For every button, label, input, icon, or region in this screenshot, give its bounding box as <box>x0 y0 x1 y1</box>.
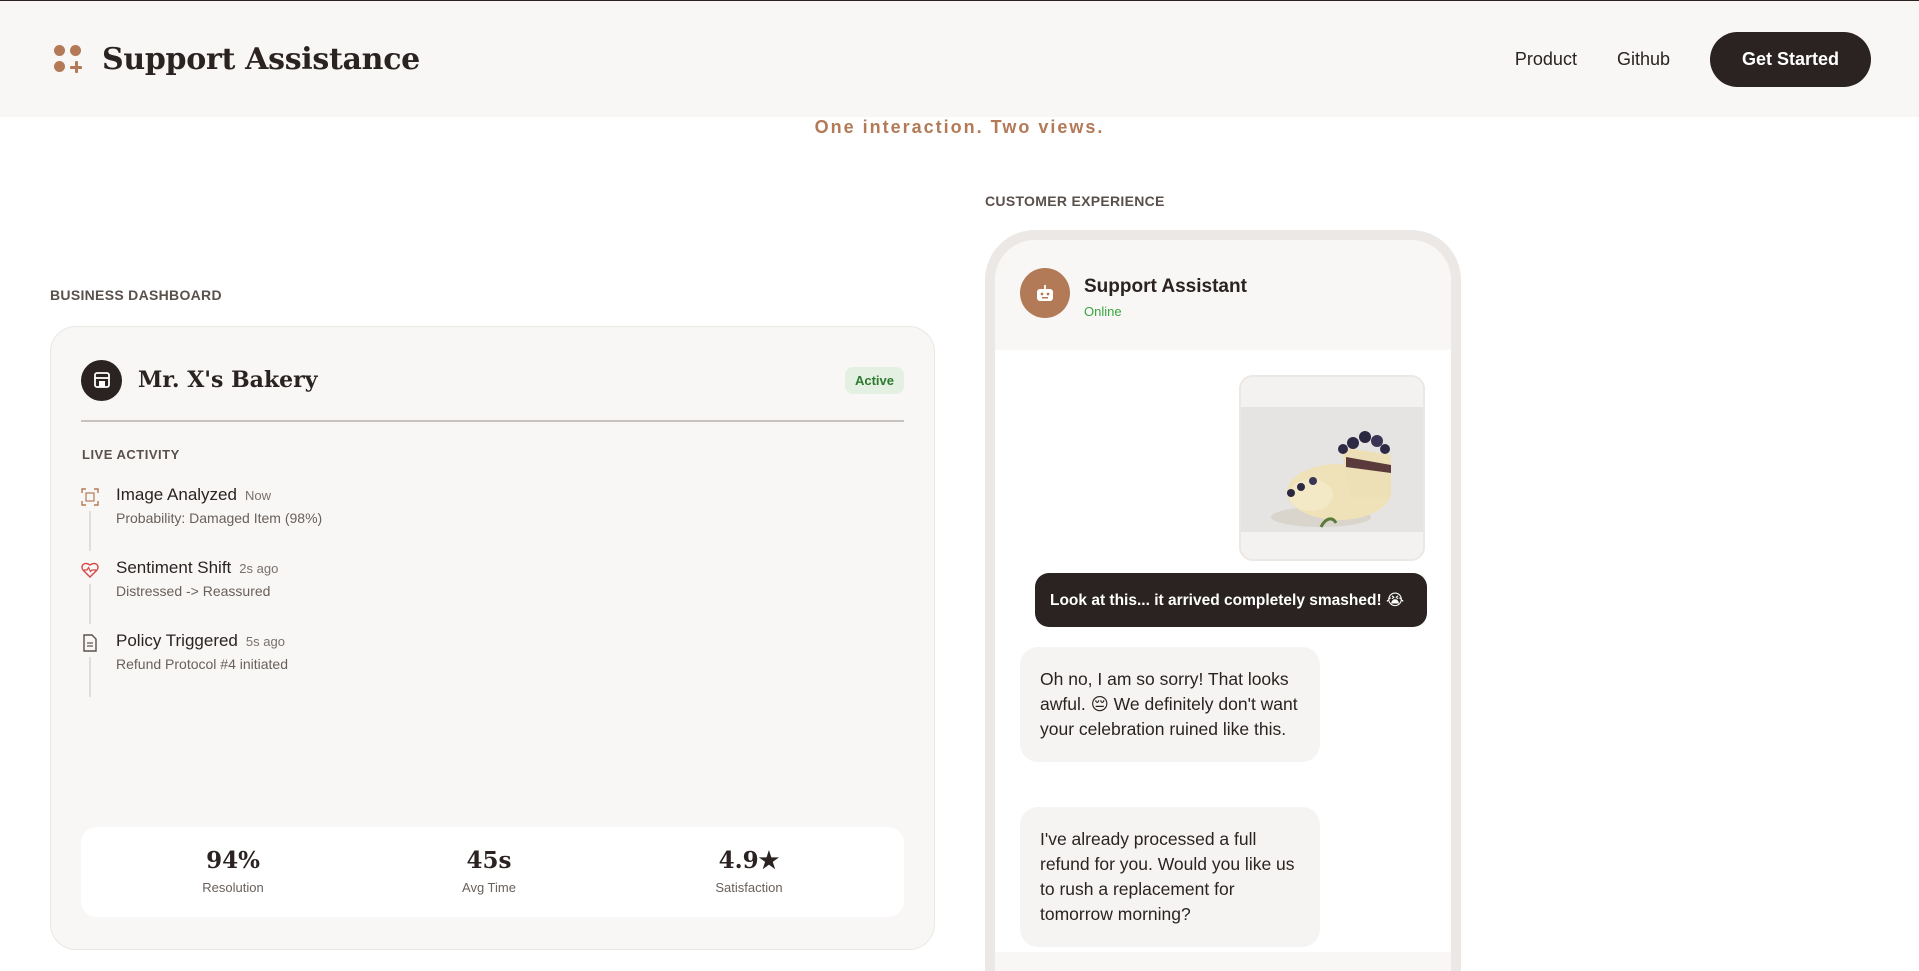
business-dashboard-label: BUSINESS DASHBOARD <box>50 287 222 303</box>
main-nav: Product Github Get Started <box>1515 31 1871 87</box>
store-icon <box>81 359 122 401</box>
brand-title: Support Assistance <box>102 41 420 77</box>
brand[interactable]: Support Assistance <box>54 42 420 77</box>
damaged-cake-image <box>1241 377 1423 559</box>
activity-title: Sentiment Shift <box>116 558 232 577</box>
activity-detail: Distressed -> Reassured <box>116 583 271 599</box>
nav-github-link[interactable]: Github <box>1617 49 1670 70</box>
get-started-button[interactable]: Get Started <box>1710 31 1871 87</box>
stat-label: Avg Time <box>462 880 516 895</box>
status-badge: Active <box>844 366 904 394</box>
stat-value: 4.9★ <box>718 847 780 874</box>
divider <box>81 420 904 422</box>
activity-detail: Refund Protocol #4 initiated <box>116 656 288 672</box>
user-message-bubble: Look at this... it arrived completely sm… <box>1035 573 1427 627</box>
activity-time: 5s ago <box>245 634 285 649</box>
store-name: Mr. X's Bakery <box>138 367 318 393</box>
activity-title: Image Analyzed <box>116 485 237 504</box>
activity-feed: Image Analyzed Now Probability: Damaged I… <box>81 485 681 704</box>
activity-item: Image Analyzed Now Probability: Damaged I… <box>81 485 681 558</box>
top-navigation-bar: Support Assistance Product Github Get St… <box>0 1 1919 117</box>
business-dashboard-card: Mr. X's Bakery Active LIVE ACTIVITY Imag… <box>50 326 935 950</box>
stat-label: Resolution <box>202 880 264 895</box>
logo-icon <box>54 45 82 73</box>
timeline-line <box>89 584 91 624</box>
activity-title: Policy Triggered <box>116 631 238 650</box>
assistant-name: Support Assistant <box>1084 276 1247 297</box>
chat-header: Support Assistant Online <box>995 240 1451 350</box>
bot-message-bubble: Oh no, I am so sorry! That looks awful. … <box>1020 647 1320 762</box>
bot-message-bubble: I've already processed a full refund for… <box>1020 807 1320 947</box>
stats-panel: 94% Resolution 45s Avg Time 4.9★ Satisfa… <box>81 827 904 917</box>
stat-resolution: 94% Resolution <box>153 847 313 895</box>
stat-value: 94% <box>206 847 260 874</box>
timeline-line <box>89 657 91 697</box>
activity-item: Sentiment Shift 2s ago Distressed -> Reas… <box>81 558 681 631</box>
activity-detail: Probability: Damaged Item (98%) <box>116 510 323 526</box>
stat-label: Satisfaction <box>715 880 783 895</box>
activity-item: Policy Triggered 5s ago Refund Protocol #… <box>81 631 681 704</box>
activity-time: Now <box>244 488 271 503</box>
timeline-line <box>89 511 91 551</box>
stat-value: 45s <box>466 847 512 874</box>
dashboard-header: Mr. X's Bakery Active <box>81 357 904 403</box>
bot-avatar <box>1020 268 1070 318</box>
phone-mockup: Support Assistant Online Look at this...… <box>985 230 1461 971</box>
stat-avg-time: 45s Avg Time <box>409 847 569 895</box>
nav-product-link[interactable]: Product <box>1515 49 1577 70</box>
scan-icon <box>81 488 99 506</box>
robot-icon <box>1037 285 1053 301</box>
stat-satisfaction: 4.9★ Satisfaction <box>669 847 829 895</box>
heart-pulse-icon <box>81 562 99 578</box>
document-icon <box>83 634 97 652</box>
online-status: Online <box>1084 304 1122 319</box>
customer-experience-label: CUSTOMER EXPERIENCE <box>985 193 1165 209</box>
chat-input-area <box>995 952 1451 971</box>
uploaded-cake-photo[interactable] <box>1239 375 1425 561</box>
activity-time: 2s ago <box>239 561 279 576</box>
live-activity-label: LIVE ACTIVITY <box>82 447 180 462</box>
tagline: One interaction. Two views. <box>814 117 1105 137</box>
